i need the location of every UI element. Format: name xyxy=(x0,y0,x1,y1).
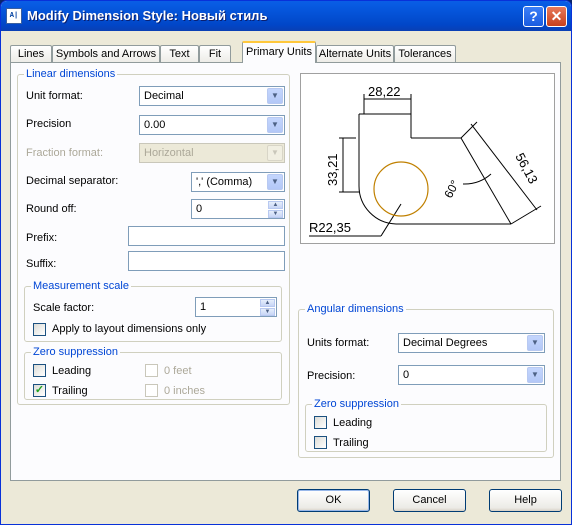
fraction-format-select: Horizontal ▼ xyxy=(139,143,285,163)
preview-drawing: 28,22 33,21 56,13 60° R22,35 xyxy=(309,84,542,237)
trailing-label: Trailing xyxy=(52,385,88,397)
title-bar[interactable]: A| Modify Dimension Style: Новый стиль ?… xyxy=(1,1,571,31)
unit-format-select[interactable]: Decimal ▼ xyxy=(139,86,285,106)
zero-suppression-linear-group: Zero suppression Leading ✓ Trailing 0 fe… xyxy=(24,346,282,400)
unit-format-value: Decimal xyxy=(144,90,184,102)
decimal-separator-select[interactable]: ',' (Comma) ▼ xyxy=(191,172,285,192)
cancel-button[interactable]: Cancel xyxy=(393,489,466,512)
chevron-down-icon[interactable]: ▼ xyxy=(267,117,283,133)
measurement-scale-group: Measurement scale Scale factor: 1 ▲ ▼ Ap… xyxy=(24,280,282,342)
chevron-down-icon[interactable]: ▼ xyxy=(267,174,283,190)
close-button[interactable]: ✕ xyxy=(546,6,567,27)
fraction-format-label: Fraction format: xyxy=(26,147,104,159)
scale-factor-value: 1 xyxy=(200,301,207,313)
prefix-label: Prefix: xyxy=(26,232,58,244)
help-title-button[interactable]: ? xyxy=(523,6,544,27)
linear-dimensions-title: Linear dimensions xyxy=(24,68,118,80)
round-off-value: 0 xyxy=(196,203,203,215)
unit-format-label: Unit format: xyxy=(26,90,83,102)
angular-precision-value: 0 xyxy=(403,369,410,381)
tab-alternate-units[interactable]: Alternate Units xyxy=(316,45,394,63)
inches-label: 0 inches xyxy=(164,385,205,397)
tab-panel-primary-units: Linear dimensions Unit format: Decimal ▼… xyxy=(10,62,561,481)
spin-down-icon[interactable]: ▼ xyxy=(268,210,283,218)
angular-precision-select[interactable]: 0 ▼ xyxy=(398,365,545,385)
feet-label: 0 feet xyxy=(164,365,192,377)
preview-angle: 60° xyxy=(441,178,462,201)
decimal-separator-label: Decimal separator: xyxy=(26,175,119,187)
preview-dim-right: 56,13 xyxy=(512,150,541,186)
angular-precision-label: Precision: xyxy=(307,370,356,382)
round-off-stepper[interactable]: 0 ▲ ▼ xyxy=(191,199,285,219)
apply-layout-checkbox[interactable] xyxy=(33,323,46,336)
zero-suppression-angular-title: Zero suppression xyxy=(312,398,401,410)
dimension-preview: 28,22 33,21 56,13 60° R22,35 xyxy=(300,73,555,244)
precision-value: 0.00 xyxy=(144,119,166,131)
autocad-icon: A| xyxy=(6,8,22,24)
tab-lines[interactable]: Lines xyxy=(10,45,52,63)
angular-trailing-checkbox[interactable] xyxy=(314,436,327,449)
decimal-separator-value: ',' (Comma) xyxy=(196,176,253,188)
trailing-checkbox[interactable]: ✓ xyxy=(33,384,46,397)
tab-tolerances[interactable]: Tolerances xyxy=(394,45,456,63)
tab-symbols-and-arrows[interactable]: Symbols and Arrows xyxy=(52,45,160,63)
linear-dimensions-group: Linear dimensions Unit format: Decimal ▼… xyxy=(17,68,290,405)
suffix-input[interactable] xyxy=(128,251,285,271)
zero-suppression-angular-group: Zero suppression Leading Trailing xyxy=(305,398,547,452)
precision-select[interactable]: 0.00 ▼ xyxy=(139,115,285,135)
scale-factor-stepper[interactable]: 1 ▲ ▼ xyxy=(195,297,277,317)
angular-units-format-label: Units format: xyxy=(307,337,370,349)
round-off-label: Round off: xyxy=(26,203,77,215)
spin-up-icon[interactable]: ▲ xyxy=(268,201,283,209)
apply-layout-label: Apply to layout dimensions only xyxy=(52,323,207,335)
feet-checkbox xyxy=(145,364,158,377)
preview-dim-left: 33,21 xyxy=(325,153,340,186)
angular-trailing-label: Trailing xyxy=(333,437,369,449)
leading-checkbox[interactable] xyxy=(33,364,46,377)
window-title: Modify Dimension Style: Новый стиль xyxy=(27,8,268,23)
angular-dimensions-title: Angular dimensions xyxy=(305,303,406,315)
preview-radius: R22,35 xyxy=(309,220,351,235)
tab-fit[interactable]: Fit xyxy=(199,45,231,63)
zero-suppression-linear-title: Zero suppression xyxy=(31,346,120,358)
help-button[interactable]: Help xyxy=(489,489,562,512)
inches-checkbox xyxy=(145,384,158,397)
spin-up-icon[interactable]: ▲ xyxy=(260,299,275,307)
angular-units-format-value: Decimal Degrees xyxy=(403,337,488,349)
measurement-scale-title: Measurement scale xyxy=(31,280,131,292)
angular-units-format-select[interactable]: Decimal Degrees ▼ xyxy=(398,333,545,353)
tab-primary-units[interactable]: Primary Units xyxy=(242,41,316,63)
chevron-down-icon[interactable]: ▼ xyxy=(527,335,543,351)
angular-leading-label: Leading xyxy=(333,417,373,429)
preview-dim-top: 28,22 xyxy=(368,84,401,99)
chevron-down-icon[interactable]: ▼ xyxy=(527,367,543,383)
leading-label: Leading xyxy=(52,365,92,377)
scale-factor-label: Scale factor: xyxy=(33,302,95,314)
tab-text[interactable]: Text xyxy=(160,45,199,63)
suffix-label: Suffix: xyxy=(26,258,57,270)
precision-label: Precision xyxy=(26,118,72,130)
prefix-input[interactable] xyxy=(128,226,285,246)
angular-dimensions-group: Angular dimensions Units format: Decimal… xyxy=(298,303,554,458)
dialog-window: A| Modify Dimension Style: Новый стиль ?… xyxy=(0,0,572,525)
spin-down-icon[interactable]: ▼ xyxy=(260,308,275,316)
ok-button[interactable]: OK xyxy=(297,489,370,512)
chevron-down-icon[interactable]: ▼ xyxy=(267,88,283,104)
chevron-down-icon: ▼ xyxy=(267,145,283,161)
angular-leading-checkbox[interactable] xyxy=(314,416,327,429)
fraction-format-value: Horizontal xyxy=(144,147,194,159)
